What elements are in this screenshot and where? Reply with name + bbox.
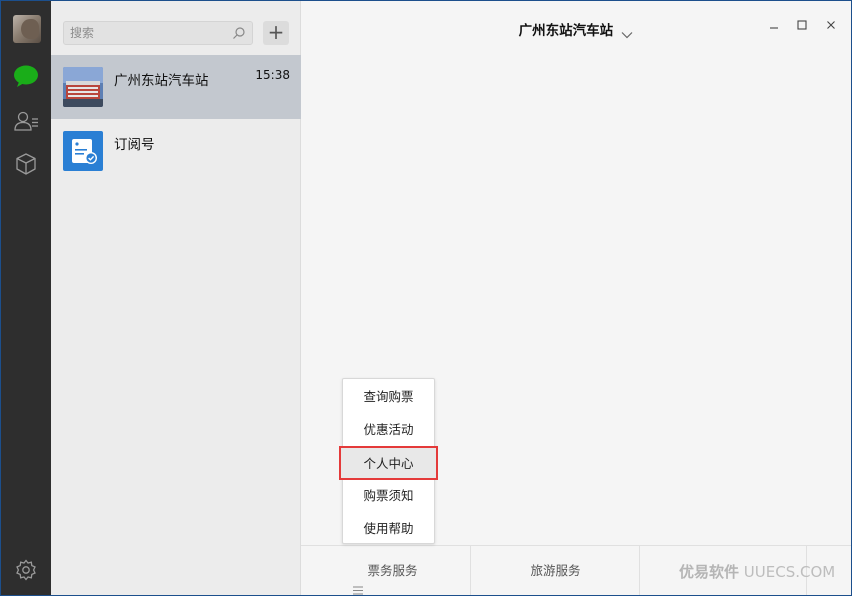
conversation-list-panel: + 广州东站汽车站 15:38 — [51, 1, 301, 595]
search-input[interactable] — [64, 22, 224, 44]
chat-icon[interactable] — [13, 64, 39, 88]
search-box — [63, 21, 253, 45]
watermark-domain: UUECS.COM — [743, 563, 836, 581]
menu-divider — [639, 546, 640, 595]
watermark-brand: 优易软件 — [679, 563, 740, 581]
popup-item-promotions[interactable]: 优惠活动 — [343, 417, 434, 443]
maximize-button[interactable] — [793, 19, 811, 37]
chat-item-time: 15:38 — [255, 68, 290, 82]
add-button[interactable]: + — [263, 21, 289, 45]
search-icon[interactable] — [232, 26, 246, 40]
popup-item-ticket-notice[interactable]: 购票须知 — [343, 483, 434, 509]
chevron-down-icon[interactable] — [621, 28, 633, 38]
menu-tab-label: 旅游服务 — [530, 563, 581, 578]
minimize-button[interactable] — [765, 19, 783, 37]
watermark: 优易软件 UUECS.COM — [679, 561, 835, 582]
settings-icon[interactable] — [13, 558, 39, 582]
station-avatar — [63, 67, 103, 107]
contacts-icon[interactable] — [13, 109, 39, 133]
icon-rail — [1, 1, 51, 595]
avatar[interactable] — [13, 15, 41, 43]
chat-item-name: 广州东站汽车站 — [114, 73, 209, 89]
menu-tab-label: 票务服务 — [367, 563, 418, 578]
popup-item-query-tickets[interactable]: 查询购票 — [343, 384, 434, 410]
ticket-service-popup: 查询购票 优惠活动 个人中心 购票须知 使用帮助 — [339, 378, 438, 544]
close-button[interactable] — [822, 19, 840, 37]
chat-item-subscriptions[interactable]: 订阅号 — [51, 119, 301, 183]
chat-item-name: 订阅号 — [114, 137, 155, 153]
subscription-icon — [63, 131, 103, 171]
menu-tab-ticket-service[interactable]: 票务服务 — [301, 546, 470, 595]
popup-item-personal-center[interactable]: 个人中心 — [339, 446, 438, 480]
app-window: + 广州东站汽车站 15:38 — [1, 1, 851, 595]
box-icon[interactable] — [13, 152, 39, 176]
popup-item-help[interactable]: 使用帮助 — [343, 516, 434, 542]
menu-lines-icon — [353, 566, 364, 595]
menu-tab-travel-service[interactable]: 旅游服务 — [471, 546, 640, 595]
chat-title[interactable]: 广州东站汽车站 — [519, 23, 614, 39]
chat-item-guangzhou-east-station[interactable]: 广州东站汽车站 15:38 — [51, 55, 301, 119]
